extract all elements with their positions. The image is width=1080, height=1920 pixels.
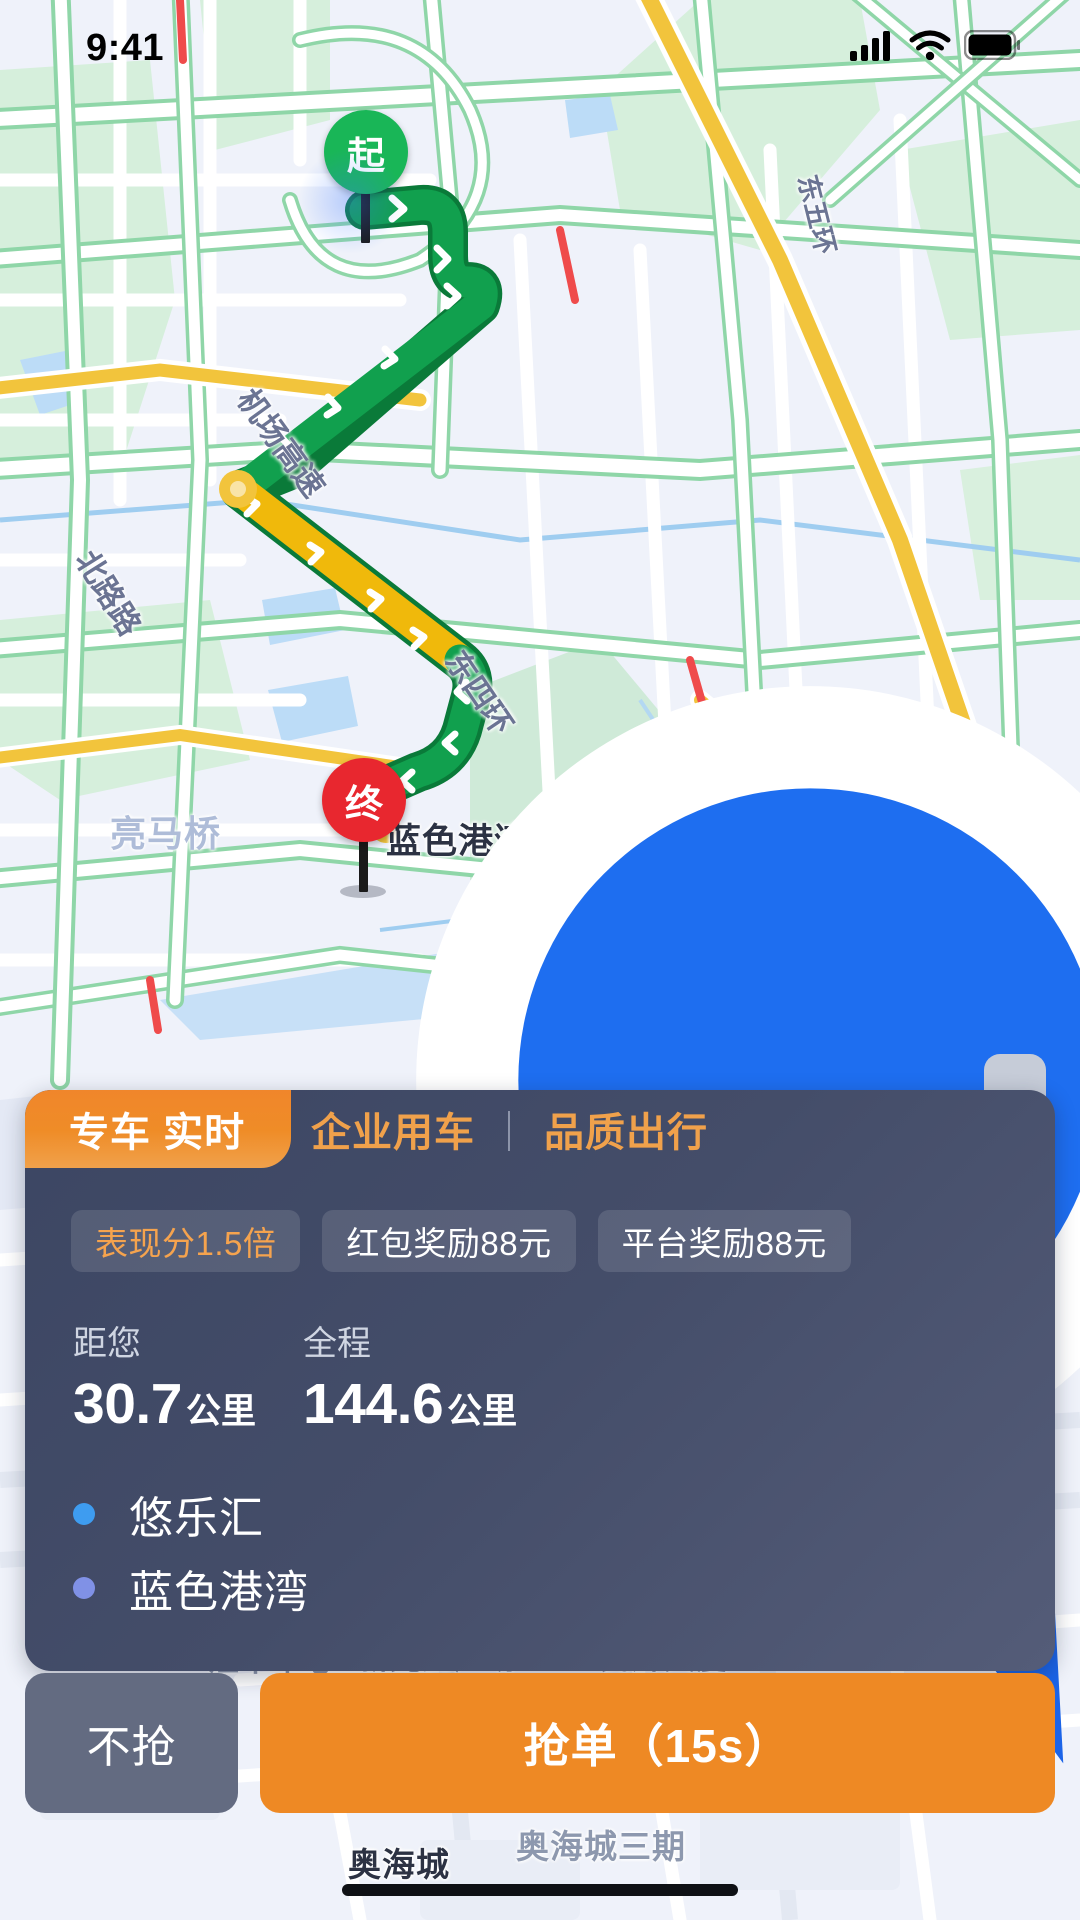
metric-distance-to-you-number: 30.7 xyxy=(73,1372,182,1436)
tab-divider: ｜ xyxy=(489,1111,530,1155)
dropoff-dot-icon xyxy=(73,1577,95,1599)
map-place-label-liangmaqiao: 亮马桥 xyxy=(110,813,222,854)
badge-performance-multiplier: 表现分1.5倍 xyxy=(71,1210,301,1272)
tab-quality-label: 品质出行 xyxy=(544,1111,708,1155)
badge-platform-reward: 平台奖励88元 xyxy=(597,1210,851,1272)
home-indicator xyxy=(342,1884,738,1896)
trip-stop-dropoff: 蓝色港湾 xyxy=(73,1551,1055,1625)
trip-stops: 悠乐汇 蓝色港湾 xyxy=(25,1437,1055,1671)
cellular-signal-icon xyxy=(850,29,896,66)
trip-stop-dropoff-label: 蓝色港湾 xyxy=(129,1568,309,1617)
battery-icon xyxy=(963,29,1021,65)
badge-redpacket-reward: 红包奖励88元 xyxy=(322,1210,576,1272)
trip-stop-pickup: 悠乐汇 xyxy=(73,1477,1055,1551)
accept-order-button[interactable]: 抢单（15s） xyxy=(260,1673,1055,1813)
badge-performance-multiplier-label: 表现分1.5倍 xyxy=(95,1225,277,1262)
metric-distance-to-you-label: 距您 xyxy=(73,1325,141,1363)
decline-order-button[interactable]: 不抢 xyxy=(25,1673,238,1813)
status-bar: 9:41 xyxy=(0,0,1080,94)
status-bar-icons xyxy=(850,26,1021,68)
metric-total-distance-unit: 公里 xyxy=(447,1392,518,1431)
metric-total-distance: 全程 144.6 公里 xyxy=(303,1316,517,1437)
tab-premium-realtime[interactable]: 专车 实时 xyxy=(25,1090,292,1168)
order-card-header: 专车 实时 企业用车 ｜ 品质出行 xyxy=(25,1090,1055,1168)
tab-enterprise-label: 企业用车 xyxy=(311,1111,475,1155)
metric-distance-to-you-value: 30.7 公里 xyxy=(73,1371,303,1437)
badge-platform-reward-label: 平台奖励88元 xyxy=(621,1225,827,1262)
tab-premium-realtime-label: 专车 实时 xyxy=(69,1111,246,1155)
metric-total-distance-number: 144.6 xyxy=(303,1372,444,1436)
trip-stop-pickup-label: 悠乐汇 xyxy=(129,1494,264,1543)
user-location-icon[interactable] xyxy=(314,164,1080,1764)
trip-metrics: 距您 30.7 公里 全程 144.6 公里 xyxy=(25,1272,1055,1437)
reward-badges: 表现分1.5倍 红包奖励88元 平台奖励88元 xyxy=(25,1168,1055,1272)
action-bar: 不抢 抢单（15s） xyxy=(25,1673,1055,1813)
metric-total-distance-value: 144.6 公里 xyxy=(303,1371,517,1437)
accept-order-label: 抢单（15s） xyxy=(523,1720,792,1772)
order-card: 专车 实时 企业用车 ｜ 品质出行 表现分1.5倍 红包奖励88元 平台奖励88… xyxy=(25,1090,1055,1671)
tab-enterprise-quality[interactable]: 企业用车 ｜ 品质出行 xyxy=(311,1090,708,1168)
metric-distance-to-you: 距您 30.7 公里 xyxy=(73,1316,303,1437)
wifi-icon xyxy=(909,29,951,66)
pickup-dot-icon xyxy=(73,1503,95,1525)
metric-distance-to-you-unit: 公里 xyxy=(185,1392,256,1431)
decline-order-label: 不抢 xyxy=(86,1723,177,1772)
status-bar-clock: 9:41 xyxy=(86,27,165,69)
badge-redpacket-reward-label: 红包奖励88元 xyxy=(346,1225,552,1262)
app-screen: 机场高速 东四环 北路路 东五环 亮马桥 蓝色港湾 汇丰中心 新光龙广场 民辉大… xyxy=(0,0,1080,1920)
metric-total-distance-label: 全程 xyxy=(303,1325,371,1363)
